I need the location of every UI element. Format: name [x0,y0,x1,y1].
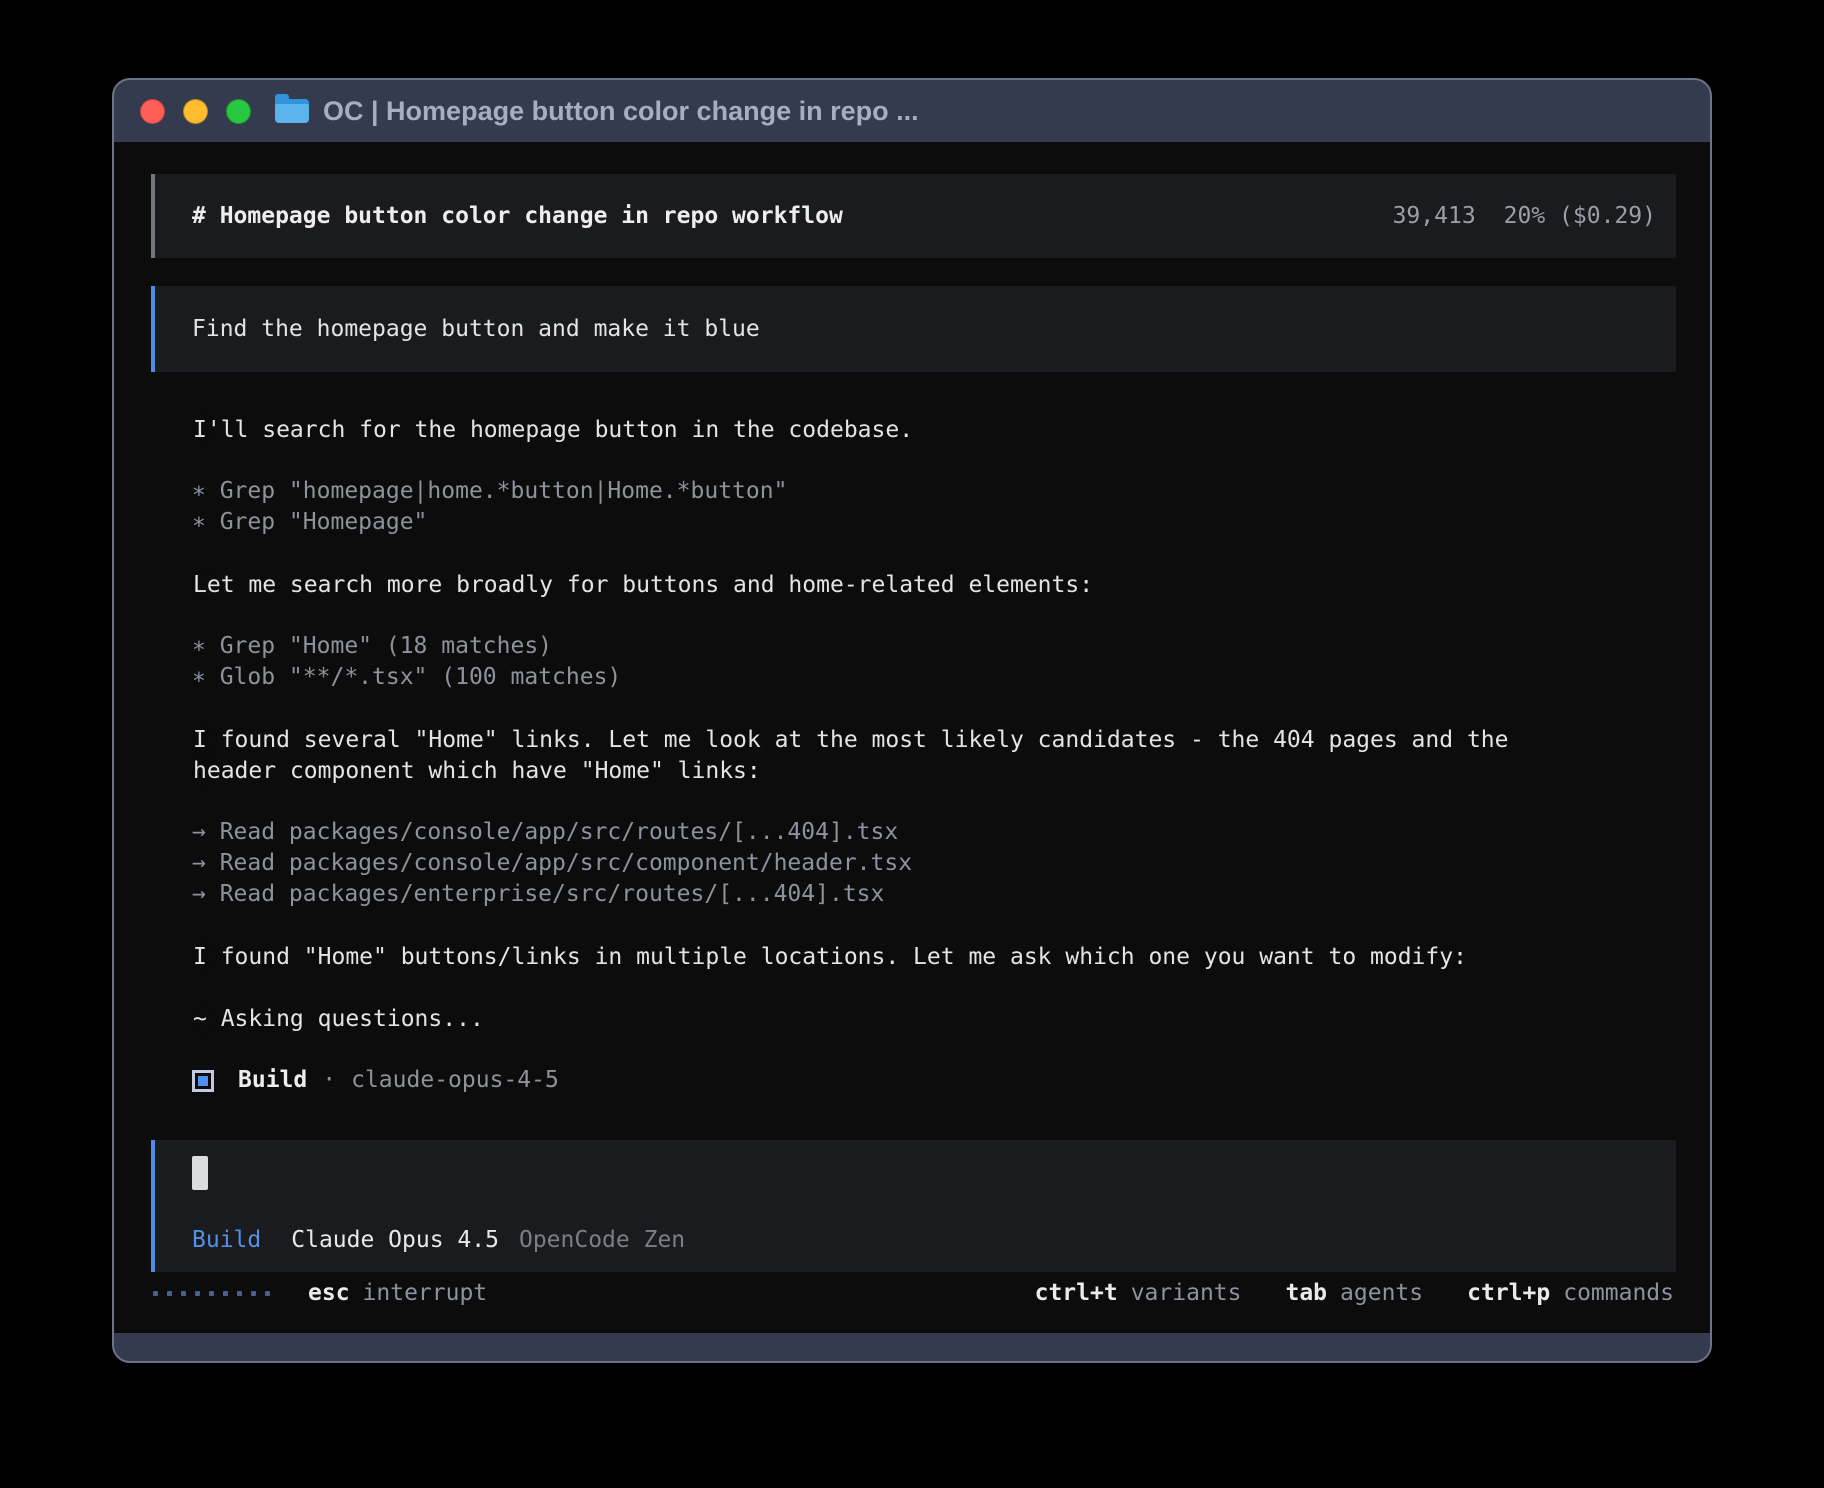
session-title: # Homepage button color change in repo w… [192,201,843,232]
prompt-input[interactable]: Build Claude Opus 4.5 OpenCode Zen [151,1140,1676,1272]
transcript-line: header component which have "Home" links… [192,755,217,786]
transcript-line: I'll search for the homepage button in t… [192,414,217,445]
close-window-button[interactable] [140,99,165,124]
zoom-window-button[interactable] [226,99,251,124]
agent-status-line: Build · claude-opus-4-5 [151,1065,1676,1096]
transcript-line: ∗ Grep "Home" (18 matches) [192,631,1676,662]
agent-model: claude-opus-4-5 [351,1065,559,1096]
transcript-line: → Read packages/enterprise/src/routes/[.… [192,879,1676,910]
shortcut-key: ctrl+p [1467,1278,1550,1309]
agent-separator: · [322,1065,336,1096]
transcript-line [192,445,1676,476]
folder-icon [275,99,309,123]
transcript-line [192,600,1676,631]
terminal-window: OC | Homepage button color change in rep… [112,78,1712,1363]
transcript-line [192,538,1676,569]
transcript-line: ∗ Glob "**/*.tsx" (100 matches) [192,662,1676,693]
session-stats: 39,413 20% ($0.29) [1393,201,1656,232]
window-title: OC | Homepage button color change in rep… [323,96,919,127]
user-message-text: Find the homepage button and make it blu… [192,314,760,345]
shortcut-label: commands [1563,1278,1674,1309]
spinner-dot [251,1291,256,1296]
token-count: 39,413 [1393,201,1476,232]
shortcut-label: variants [1131,1278,1242,1309]
shortcut-hint: ctrl+t variants [1035,1278,1242,1309]
transcript-line [192,910,1676,941]
shortcut-hint: tab agents [1285,1278,1423,1309]
spinner-dot [237,1291,242,1296]
transcript-line [192,972,1676,1003]
input-model-label: Claude Opus 4.5 [291,1225,499,1256]
input-footer: Build Claude Opus 4.5 OpenCode Zen [192,1225,1646,1256]
transcript-line [192,693,1676,724]
agent-name: Build [238,1065,307,1096]
shortcut-hints: ctrl+t variants tab agents ctrl+p commands [1035,1278,1674,1309]
status-bar: esc interrupt ctrl+tvariantstabagentsctr… [151,1278,1676,1313]
shortcut-hint: ctrl+p commands [1467,1278,1674,1309]
text-cursor [192,1156,208,1190]
session-header: # Homepage button color change in repo w… [151,174,1676,258]
spinner-dot [181,1291,186,1296]
progress-spinner [153,1291,270,1296]
window-titlebar[interactable]: OC | Homepage button color change in rep… [114,80,1710,142]
window-controls [140,99,251,124]
spinner-dot [167,1291,172,1296]
interrupt-key: esc [308,1278,350,1309]
transcript-line: ∗ Grep "Homepage" [192,507,1676,538]
transcript-line: I found several "Home" links. Let me loo… [192,724,217,755]
shortcut-key: ctrl+t [1035,1278,1118,1309]
user-message: Find the homepage button and make it blu… [151,286,1676,372]
spinner-dot [209,1291,214,1296]
context-cost: 20% ($0.29) [1504,201,1656,232]
build-agent-icon [192,1070,214,1092]
transcript-line: I found "Home" buttons/links in multiple… [192,941,217,972]
spinner-dot [153,1291,158,1296]
transcript-line: → Read packages/console/app/src/componen… [192,848,1676,879]
spinner-dot [195,1291,200,1296]
spinner-dot [223,1291,228,1296]
transcript-line: → Read packages/console/app/src/routes/[… [192,817,1676,848]
assistant-transcript: I'll search for the homepage button in t… [151,414,1676,1034]
transcript-line: Let me search more broadly for buttons a… [192,569,217,600]
shortcut-key: tab [1285,1278,1327,1309]
transcript-line: ~ Asking questions... [192,1003,217,1034]
interrupt-hint: esc interrupt [308,1278,487,1309]
input-mode-label: Build [192,1225,261,1256]
spinner-dot [265,1291,270,1296]
input-provider-label: OpenCode Zen [519,1225,685,1256]
transcript-line [192,786,1676,817]
shortcut-label: agents [1340,1278,1423,1309]
interrupt-label: interrupt [363,1278,488,1309]
minimize-window-button[interactable] [183,99,208,124]
terminal-content: # Homepage button color change in repo w… [114,142,1710,1333]
transcript-line: ∗ Grep "homepage|home.*button|Home.*butt… [192,476,1676,507]
